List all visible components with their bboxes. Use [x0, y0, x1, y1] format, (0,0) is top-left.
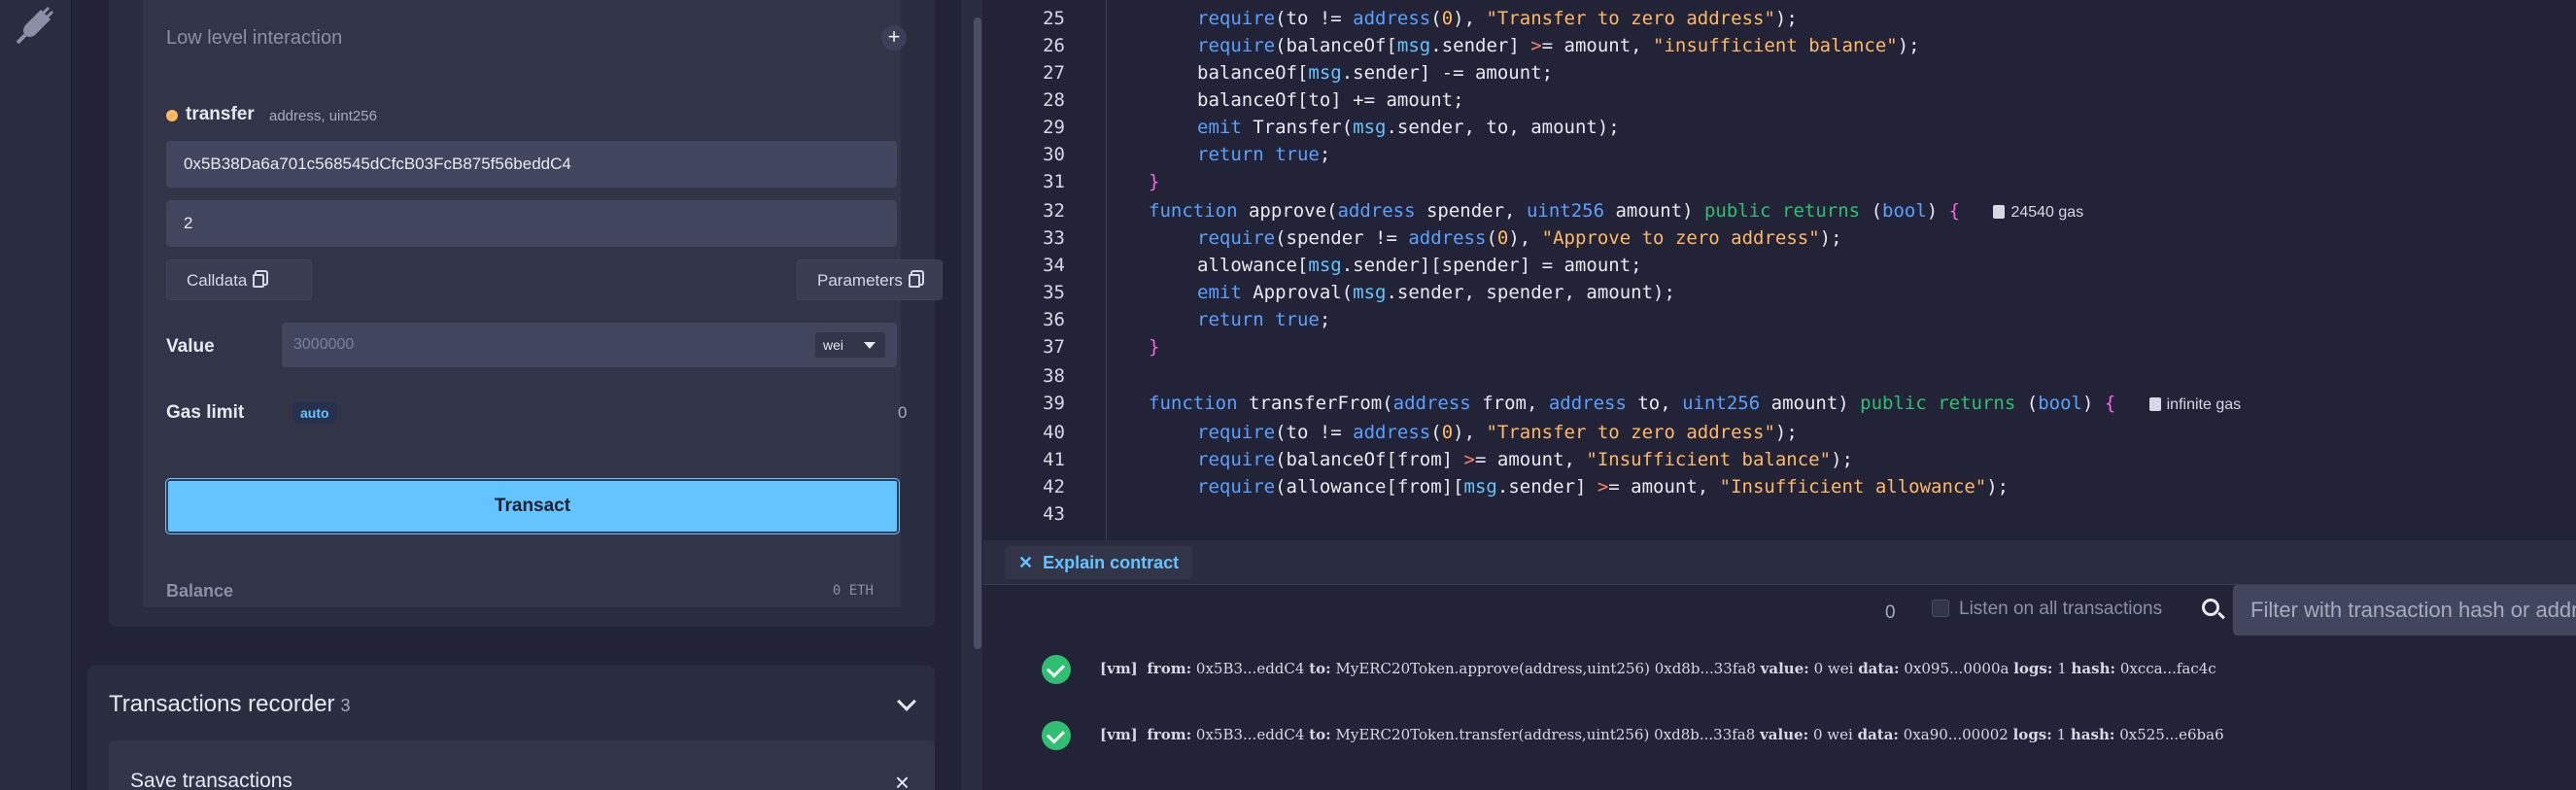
line-number: 30 — [1043, 144, 1065, 165]
code-line-41: require(balanceOf[from] >= amount, "Insu… — [1197, 449, 1853, 470]
pending-tx-count: 0 — [1885, 602, 1896, 623]
value-label: Value — [166, 336, 215, 357]
code-line-40: require(to != address(0), "Transfer to z… — [1197, 422, 1798, 443]
terminal: 0 Listen on all transactions Filter with… — [983, 585, 2576, 790]
listen-label[interactable]: Listen on all transactions — [1959, 599, 2162, 620]
code-line-33: require(spender != address(0), "Approve … — [1197, 227, 1842, 249]
line-number: 32 — [1043, 200, 1065, 222]
gas-pump-icon — [1993, 205, 2006, 219]
recorder-title-text: Transactions recorder — [109, 691, 335, 717]
filter-input[interactable]: Filter with transaction hash or address — [2233, 585, 2576, 635]
code-line-29: emit Transfer(msg.sender, to, amount); — [1197, 117, 1620, 138]
calldata-button[interactable]: Calldata — [166, 259, 312, 300]
code-line-25: require(to != address(0), "Transfer to z… — [1197, 8, 1798, 29]
panel-scrollbar[interactable] — [974, 17, 981, 649]
success-check-icon — [1042, 721, 1071, 750]
gas-pump-icon — [2148, 397, 2161, 411]
gas-limit-label: Gas limit — [166, 402, 245, 423]
balance-label: Balance — [166, 581, 234, 601]
code-line-26: require(balanceOf[msg.sender] >= amount,… — [1197, 35, 1920, 56]
line-number: 40 — [1043, 422, 1065, 443]
log-text: [vm] from: 0x5B3...eddC4 to: MyERC20Toke… — [1100, 726, 2224, 743]
line-number: 34 — [1043, 255, 1065, 276]
line-number: 29 — [1043, 117, 1065, 138]
low-level-interaction-title: Low level interaction — [166, 27, 343, 49]
expand-low-level-button[interactable]: + — [881, 25, 907, 51]
parameters-button[interactable]: Parameters — [797, 259, 943, 300]
gas-auto-badge[interactable]: auto — [292, 402, 337, 424]
line-number: 42 — [1043, 476, 1065, 498]
code-line-31: } — [1149, 171, 1160, 192]
line-number: 28 — [1043, 89, 1065, 111]
terminal-log-entry[interactable]: [vm] from: 0x5B3...eddC4 to: MyERC20Toke… — [983, 649, 2576, 692]
gas-hint-approve: 24540 gas — [2010, 204, 2084, 221]
code-line-34: allowance[msg.sender][spender] = amount; — [1197, 255, 1642, 276]
save-transactions-title: Save transactions — [130, 770, 292, 790]
line-number: 38 — [1043, 365, 1065, 387]
contract-functions: Low level interaction + transfer address… — [143, 0, 943, 607]
icon-rail — [0, 0, 72, 790]
robot-icon: ✕ — [1018, 553, 1034, 572]
code-line-32: function approve(address spender, uint25… — [1149, 200, 2084, 222]
listen-checkbox[interactable] — [1932, 600, 1949, 617]
line-number: 25 — [1043, 8, 1065, 29]
code-line-39: function transferFrom(address from, addr… — [1149, 393, 2242, 414]
parameters-label: Parameters — [817, 271, 903, 290]
line-number: 26 — [1043, 35, 1065, 56]
function-name[interactable]: transfer — [186, 104, 255, 125]
copy-icon — [908, 274, 920, 288]
line-number: 27 — [1043, 62, 1065, 84]
balance-value: 0 ETH — [832, 583, 874, 599]
line-number: 37 — [1043, 336, 1065, 358]
code-line-37: } — [1149, 336, 1160, 358]
explain-contract-button[interactable]: ✕ Explain contract — [1005, 546, 1193, 579]
code-line-42: require(allowance[from][msg.sender] >= a… — [1197, 476, 2009, 498]
line-number: 43 — [1043, 503, 1065, 525]
code-editor[interactable]: 25 require(to != address(0), "Transfer t… — [983, 0, 2576, 540]
indent-guide — [1106, 0, 1107, 540]
value-input[interactable]: 3000000 wei — [282, 323, 897, 367]
search-icon[interactable] — [2202, 599, 2219, 616]
line-number: 39 — [1043, 393, 1065, 414]
recorder-count: 3 — [340, 696, 351, 715]
line-number: 35 — [1043, 282, 1065, 303]
code-line-35: emit Approval(msg.sender, spender, amoun… — [1197, 282, 1675, 303]
remix-ide: Low level interaction + transfer address… — [0, 0, 2576, 790]
code-line-30: return true; — [1197, 144, 1331, 165]
calldata-label: Calldata — [187, 271, 248, 290]
terminal-toolbar: 0 Listen on all transactions Filter with… — [983, 585, 2576, 635]
code-line-28: balanceOf[to] += amount; — [1197, 89, 1464, 111]
gas-limit-value[interactable]: 0 — [898, 403, 907, 423]
function-state-dot — [166, 110, 178, 121]
save-transactions-card: Save transactions × — [109, 740, 935, 790]
line-number: 31 — [1043, 171, 1065, 192]
amount-input[interactable]: 2 — [166, 200, 897, 247]
deployed-contract-card: Low level interaction + transfer address… — [109, 0, 943, 627]
success-check-icon — [1042, 655, 1071, 684]
transact-button[interactable]: Transact — [165, 478, 900, 534]
log-text: [vm] from: 0x5B3...eddC4 to: MyERC20Toke… — [1100, 660, 2216, 677]
code-line-36: return true; — [1197, 309, 1331, 330]
caret-down-icon — [864, 342, 876, 349]
function-signature: address, uint256 — [269, 108, 377, 124]
copy-icon — [253, 274, 265, 288]
terminal-log-entry[interactable]: [vm] from: 0x5B3...eddC4 to: MyERC20Toke… — [983, 715, 2576, 758]
unit-select[interactable]: wei — [815, 332, 885, 358]
close-icon[interactable]: × — [895, 770, 910, 790]
line-number: 36 — [1043, 309, 1065, 330]
explain-contract-label: Explain contract — [1043, 553, 1180, 572]
line-number: 33 — [1043, 227, 1065, 249]
code-line-27: balanceOf[msg.sender] -= amount; — [1197, 62, 1554, 84]
chevron-down-icon[interactable] — [897, 692, 916, 711]
gas-hint-transferfrom: infinite gas — [2166, 396, 2242, 413]
unit-value: wei — [823, 337, 844, 353]
ai-toolbar: ✕ Explain contract — [983, 540, 2576, 585]
line-number: 41 — [1043, 449, 1065, 470]
to-address-input[interactable]: 0x5B38Da6a701c568545dCfcB03FcB875f56bedd… — [166, 141, 897, 188]
recorder-title: Transactions recorder 3 — [109, 691, 351, 718]
plugin-manager-icon[interactable] — [14, 4, 56, 47]
value-placeholder: 3000000 — [293, 336, 355, 353]
deploy-run-panel: Low level interaction + transfer address… — [72, 0, 961, 790]
